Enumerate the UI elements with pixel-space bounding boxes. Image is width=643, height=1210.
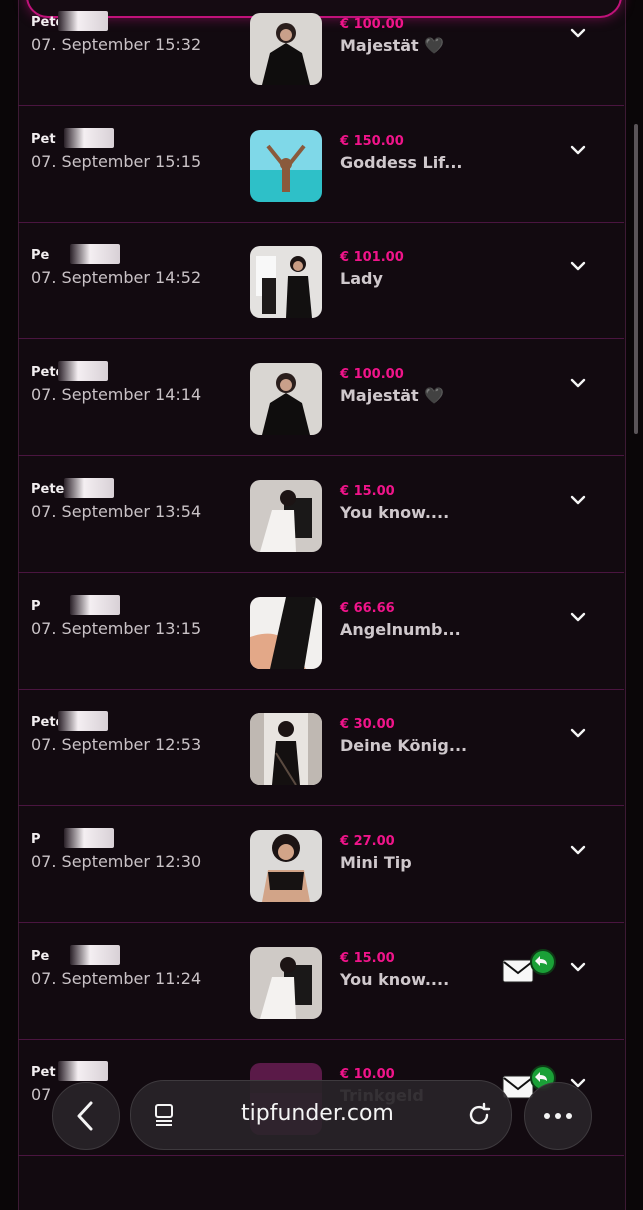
tip-row[interactable]: Pete 07. September 13:54 € 15.00 You kno… [18,456,624,573]
tip-title: You know.... [340,502,450,522]
reload-icon[interactable] [465,1101,493,1129]
tip-title: You know.... [340,969,450,989]
tip-amount: € 30.00 [340,717,395,733]
tip-thumbnail [250,946,322,1019]
tabs-icon[interactable] [151,1101,179,1129]
tip-title: Lady [340,269,383,289]
chevron-down-icon[interactable] [568,957,588,977]
sender-name: Pe [31,948,50,964]
tip-amount: € 150.00 [340,133,404,149]
chevron-down-icon[interactable] [568,607,588,627]
tip-thumbnail [250,13,322,85]
tip-date: 07. September 15:15 [31,151,202,171]
redaction-block [70,594,120,615]
tip-amount: € 66.66 [340,600,395,616]
sender-name: Pete [31,481,65,497]
sender-name: Pe [31,248,50,264]
redaction-block [58,11,108,31]
tip-thumbnail [250,829,322,902]
chevron-down-icon[interactable] [568,373,588,393]
tip-date: 07. September 15:32 [31,35,202,54]
tip-amount: € 100.00 [340,367,404,383]
tip-date: 07. September 13:54 [31,501,202,521]
tip-thumbnail [250,479,322,552]
redaction-block [64,827,114,848]
tip-amount: € 101.00 [340,250,404,266]
tip-row[interactable]: P 07. September 12:30 € 27.00 Mini Tip [18,806,624,923]
tip-amount: € 15.00 [340,950,395,966]
tip-thumbnail [250,596,322,669]
tip-date: 07 [31,1085,52,1105]
tip-date: 07. September 14:14 [31,385,202,405]
redaction-block [64,477,114,498]
more-button[interactable] [524,1082,592,1150]
tip-date: 07. September 13:15 [31,618,202,638]
sender-name: Pet [31,1065,56,1081]
tip-title: Goddess Lif... [340,152,463,172]
sender-name: P [31,598,41,614]
chevron-down-icon[interactable] [568,840,588,860]
tip-thumbnail [250,713,322,786]
address-bar[interactable]: tipfunder.com [130,1080,512,1150]
tip-title: Deine König... [340,736,468,756]
tip-date: 07. September 12:30 [31,851,202,871]
scrollbar[interactable] [634,124,638,434]
tip-title: Majestät 🖤 [340,386,445,406]
more-icon [544,1113,572,1119]
tip-amount: € 100.00 [340,17,404,32]
tip-thumbnail [250,363,322,436]
tip-date: 07. September 14:52 [31,268,202,288]
tip-date: 07. September 11:24 [31,968,202,988]
url-text[interactable]: tipfunder.com [241,1101,394,1126]
tip-title: Angelnumb... [340,619,461,639]
tip-date: 07. September 12:53 [31,735,202,755]
chevron-down-icon[interactable] [568,23,588,43]
reply-badge-icon [530,948,556,975]
chevron-down-icon[interactable] [568,723,588,743]
tip-title: Majestät 🖤 [340,36,445,55]
tip-row[interactable]: Pe 07. September 14:52 € 101.00 Lady [18,222,624,340]
tip-row[interactable]: P 07. September 13:15 € 66.66 Angelnumb.… [18,573,624,690]
tip-amount: € 15.00 [340,483,395,499]
tip-row[interactable]: Peter 07. September 14:14 € 100.00 Majes… [18,339,624,457]
sender-name: P [31,831,41,847]
tip-row[interactable]: Peterl 07. September 15:32 € 100.00 Maje… [18,0,624,106]
tip-thumbnail [250,246,322,319]
chevron-down-icon[interactable] [568,490,588,510]
tip-row[interactable]: Pete 07. September 12:53 € 30.00 Deine K… [18,689,624,807]
redaction-block [58,361,108,382]
tip-row[interactable]: Pet 07. September 15:15 € 150.00 Goddess… [18,106,624,223]
redaction-block [70,244,120,265]
chevron-down-icon[interactable] [568,140,588,160]
back-button[interactable] [52,1082,120,1150]
tip-row[interactable]: Pe 07. September 11:24 € 15.00 You know.… [18,923,624,1040]
redaction-block [58,1061,108,1082]
tip-amount: € 27.00 [340,833,395,849]
chevron-left-icon [77,1101,93,1131]
chevron-down-icon[interactable] [568,256,588,276]
tip-thumbnail [250,129,322,202]
redaction-block [64,127,114,148]
redaction-block [70,944,120,965]
tip-title: Mini Tip [340,852,412,872]
sender-name: Pet [31,131,56,147]
redaction-block [58,711,108,732]
